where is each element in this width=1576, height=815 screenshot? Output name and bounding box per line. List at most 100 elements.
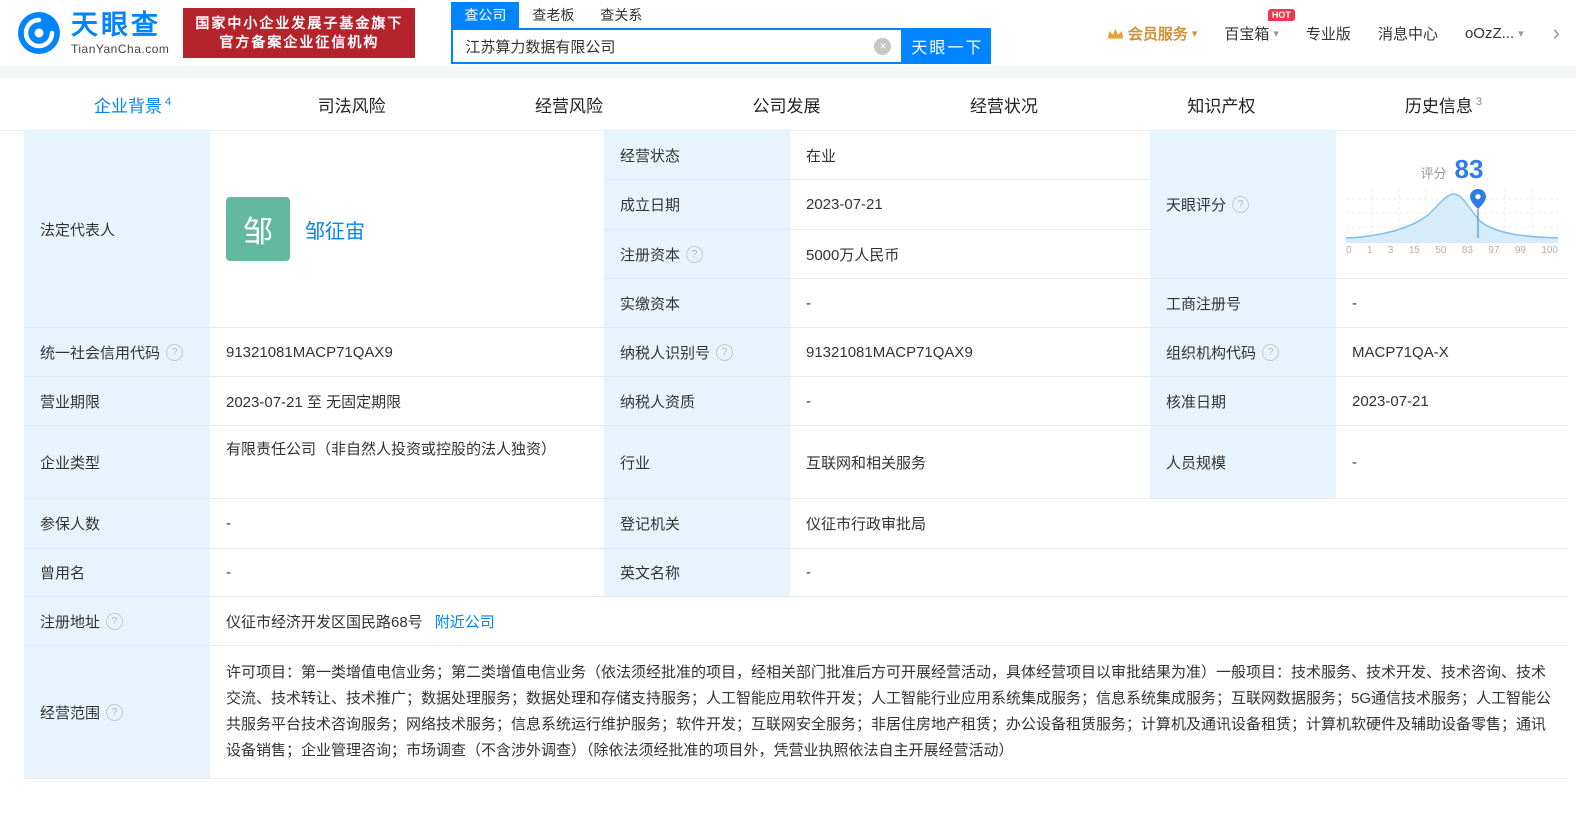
- tab-judicial-risk[interactable]: 司法风险: [318, 92, 389, 117]
- help-icon[interactable]: ?: [716, 343, 734, 361]
- badge-line1: 国家中小企业发展子基金旗下: [195, 15, 404, 31]
- help-icon[interactable]: ?: [1232, 196, 1250, 213]
- nav-toolbox[interactable]: HOT 百宝箱 ▾: [1224, 8, 1295, 44]
- field-label-industry: 行业: [604, 426, 790, 499]
- hot-badge: HOT: [1267, 8, 1295, 21]
- field-value-registered-address: 仪征市经济开发区国民路68号 附近公司: [210, 597, 1568, 646]
- field-value-org-code: MACP71QA-X: [1336, 328, 1568, 377]
- field-label-business-reg-number: 工商注册号: [1150, 279, 1336, 328]
- field-label-approval-date: 核准日期: [1150, 377, 1336, 426]
- field-label-former-name: 曾用名: [24, 549, 210, 597]
- search-input-wrapper: ×: [451, 28, 904, 64]
- chevron-down-icon: ▾: [1518, 27, 1524, 40]
- field-value-former-name: -: [210, 549, 604, 597]
- field-value-business-term: 2023-07-21 至 无固定期限: [210, 377, 604, 426]
- header-nav: 会员服务 ▾ HOT 百宝箱 ▾ 专业版 消息中心 oOzZ... ▾ ›: [1107, 8, 1560, 46]
- search-tab-company[interactable]: 查公司: [451, 2, 520, 28]
- score-value: 83: [1454, 153, 1484, 184]
- tab-history-info[interactable]: 历史信息 3: [1405, 92, 1482, 117]
- help-icon[interactable]: ?: [1262, 343, 1280, 361]
- field-label-business-scope: 经营范围 ?: [24, 646, 210, 779]
- field-value-industry: 互联网和相关服务: [790, 426, 1150, 499]
- field-label-org-code: 组织机构代码 ?: [1150, 328, 1336, 377]
- field-value-paidin-capital: -: [790, 279, 1150, 328]
- clear-search-icon[interactable]: ×: [874, 37, 892, 55]
- certification-badge: 国家中小企业发展子基金旗下 官方备案企业征信机构: [183, 8, 416, 58]
- help-icon[interactable]: ?: [166, 343, 184, 361]
- field-label-registered-capital: 注册资本 ?: [604, 230, 790, 279]
- legal-rep-cell: 邹 邹征宙: [210, 131, 604, 328]
- legal-rep-avatar[interactable]: 邹: [226, 197, 290, 261]
- header-separator: [0, 66, 1576, 78]
- search-button[interactable]: 天眼一下: [903, 28, 992, 64]
- field-label-registered-address: 注册地址 ?: [24, 597, 210, 646]
- field-value-staff-size: -: [1336, 426, 1568, 499]
- badge-line2: 官方备案企业征信机构: [219, 34, 380, 50]
- nav-message-center[interactable]: 消息中心: [1378, 23, 1438, 44]
- field-value-business-scope: 许可项目：第一类增值电信业务；第二类增值电信业务（依法须经批准的项目，经相关部门…: [210, 646, 1568, 779]
- section-tabbar: 企业背景 4 司法风险 经营风险 公司发展 经营状况 知识产权 历史信息 3: [0, 78, 1576, 131]
- field-label-staff-size: 人员规模: [1150, 426, 1336, 499]
- field-value-approval-date: 2023-07-21: [1336, 377, 1568, 426]
- tab-operating-status[interactable]: 经营状况: [970, 92, 1041, 117]
- field-label-company-type: 企业类型: [24, 426, 210, 499]
- field-value-taxpayer-id: 91321081MACP71QAX9: [790, 328, 1150, 377]
- tianyan-score-chart: 评分 83 0 1 3 15 50 83 97 99 100: [1336, 131, 1568, 279]
- more-arrow-icon[interactable]: ›: [1553, 20, 1560, 46]
- nearby-companies-link[interactable]: 附近公司: [435, 611, 495, 632]
- help-icon[interactable]: ?: [686, 245, 704, 263]
- score-distribution-chart: [1346, 188, 1558, 243]
- field-value-credit-code: 91321081MACP71QAX9: [210, 328, 604, 377]
- search-input[interactable]: [453, 37, 875, 55]
- search-tabs: 查公司 查老板 查关系: [451, 2, 991, 28]
- field-label-established-date: 成立日期: [604, 180, 790, 230]
- company-info-table: 法定代表人 邹 邹征宙 经营状态 在业 成立日期 2023-07-21 注册资本…: [24, 131, 1568, 779]
- field-value-company-type: 有限责任公司（非自然人投资或控股的法人独资）: [210, 426, 604, 499]
- field-value-registered-capital: 5000万人民币: [790, 230, 1150, 279]
- field-label-paidin-capital: 实缴资本: [604, 279, 790, 328]
- field-label-credit-code: 统一社会信用代码 ?: [24, 328, 210, 377]
- field-value-insured-count: -: [210, 499, 604, 549]
- field-label-status: 经营状态: [604, 131, 790, 180]
- field-label-legal-rep: 法定代表人: [24, 131, 210, 328]
- search-tab-relation[interactable]: 查关系: [587, 2, 655, 28]
- help-icon[interactable]: ?: [106, 612, 124, 630]
- score-axis-labels: 0 1 3 15 50 83 97 99 100: [1346, 244, 1558, 256]
- field-value-established-date: 2023-07-21: [790, 180, 1150, 230]
- score-pin-icon: [1470, 188, 1486, 209]
- field-label-taxpayer-quality: 纳税人资质: [604, 377, 790, 426]
- tab-company-background[interactable]: 企业背景 4: [94, 92, 171, 117]
- chevron-down-icon: ▾: [1191, 27, 1198, 40]
- tab-count: 4: [165, 95, 172, 108]
- field-label-insured-count: 参保人数: [24, 499, 210, 549]
- tab-company-development[interactable]: 公司发展: [752, 92, 823, 117]
- tianyancha-logo[interactable]: 天眼查 TianYanCha.com: [16, 10, 169, 56]
- crown-icon: [1107, 28, 1123, 39]
- nav-vip-services[interactable]: 会员服务 ▾: [1107, 23, 1198, 44]
- top-header: 天眼查 TianYanCha.com 国家中小企业发展子基金旗下 官方备案企业征…: [0, 0, 1576, 66]
- help-icon[interactable]: ?: [106, 703, 124, 721]
- tab-intellectual-property[interactable]: 知识产权: [1187, 92, 1258, 117]
- field-value-business-reg-number: -: [1336, 279, 1568, 328]
- field-label-taxpayer-id: 纳税人识别号 ?: [604, 328, 790, 377]
- score-prefix: 评分: [1420, 165, 1447, 181]
- field-label-tianyan-score: 天眼评分 ?: [1150, 131, 1336, 279]
- field-value-registry-authority: 仪征市行政审批局: [790, 499, 1568, 549]
- brand-name: 天眼查: [71, 9, 161, 40]
- tab-operating-risk[interactable]: 经营风险: [535, 92, 606, 117]
- field-value-status: 在业: [790, 131, 1150, 180]
- brand-domain: TianYanCha.com: [71, 41, 170, 56]
- logo-swirl-icon: [18, 12, 60, 54]
- search-tab-boss[interactable]: 查老板: [519, 2, 587, 28]
- field-value-english-name: -: [790, 549, 1568, 597]
- search-area: 查公司 查老板 查关系 × 天眼一下: [451, 2, 992, 64]
- field-label-business-term: 营业期限: [24, 377, 210, 426]
- chevron-down-icon: ▾: [1273, 27, 1279, 40]
- nav-pro-version[interactable]: 专业版: [1306, 23, 1351, 44]
- tab-count: 3: [1475, 95, 1482, 108]
- field-label-english-name: 英文名称: [604, 549, 790, 597]
- legal-rep-name-link[interactable]: 邹征宙: [305, 215, 365, 244]
- field-label-registry-authority: 登记机关: [604, 499, 790, 549]
- nav-user-account[interactable]: oOzZ... ▾: [1465, 25, 1524, 42]
- field-value-taxpayer-quality: -: [790, 377, 1150, 426]
